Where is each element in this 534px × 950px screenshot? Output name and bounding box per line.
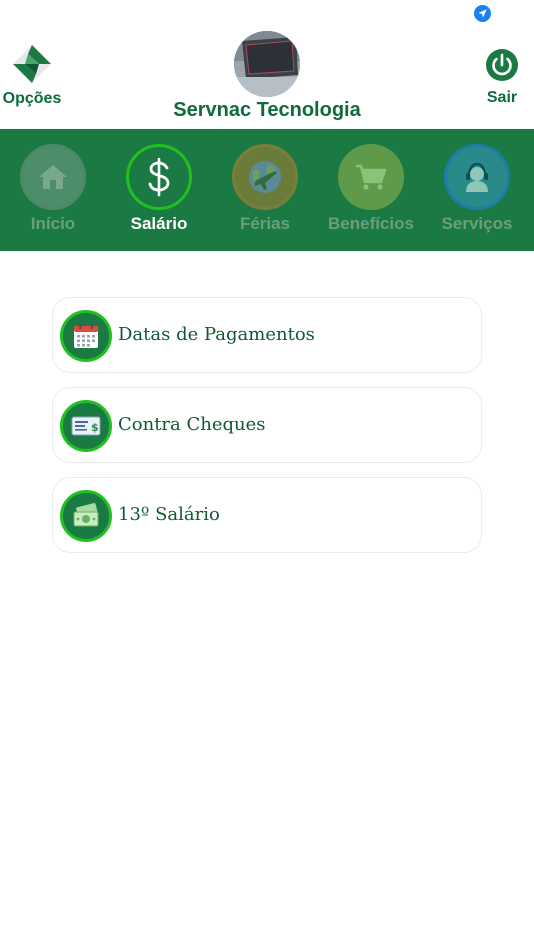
svg-text:$: $ <box>91 421 99 434</box>
support-agent-icon <box>466 162 488 192</box>
cart-icon <box>356 164 387 190</box>
menu-item-label: 13º Salário <box>118 504 220 525</box>
nav-circle <box>232 144 298 210</box>
company-photo-icon <box>234 31 300 97</box>
nav-label: Salário <box>130 214 188 233</box>
nav-circle <box>126 144 192 210</box>
main-nav: Início Salário Férias Benefícios Serviço… <box>0 129 534 251</box>
menu-icon-circle <box>60 490 112 542</box>
calendar-icon <box>74 323 98 348</box>
nav-label: Benefícios <box>328 214 414 233</box>
nav-circle <box>444 144 510 210</box>
menu-icon-circle <box>60 310 112 362</box>
company-avatar[interactable] <box>234 31 300 97</box>
location-arrow-icon <box>474 5 491 22</box>
nav-label: Férias <box>239 214 291 233</box>
menu-item-payment-dates[interactable]: Datas de Pagamentos <box>52 297 482 373</box>
menu-item-13th-salary[interactable]: 13º Salário <box>52 477 482 553</box>
dollar-icon <box>148 157 170 197</box>
menu-item-label: Datas de Pagamentos <box>118 324 315 345</box>
logout-label: Sair <box>486 89 518 106</box>
check-icon: $ <box>71 416 101 436</box>
money-icon <box>73 503 99 527</box>
nav-circle <box>20 144 86 210</box>
menu-icon-circle: $ <box>60 400 112 452</box>
nav-item-servicos[interactable]: Serviços <box>424 144 530 234</box>
nav-item-inicio[interactable]: Início <box>0 144 106 234</box>
logout-button[interactable]: Sair <box>476 47 528 107</box>
home-icon <box>39 165 67 189</box>
app-screen: Opções Servnac Tecnologia Sair Início Sa… <box>0 0 534 950</box>
company-name: Servnac Tecnologia <box>173 99 361 121</box>
nav-circle <box>338 144 404 210</box>
power-icon <box>486 49 518 81</box>
nav-label: Serviços <box>441 214 513 233</box>
globe-plane-icon <box>249 161 281 193</box>
servnac-logo-icon <box>13 45 51 83</box>
nav-item-ferias[interactable]: Férias <box>212 144 318 234</box>
menu-item-pay-stubs[interactable]: $ Contra Cheques <box>52 387 482 463</box>
nav-item-beneficios[interactable]: Benefícios <box>318 144 424 234</box>
nav-label: Início <box>30 214 76 233</box>
menu-item-label: Contra Cheques <box>118 414 266 435</box>
nav-item-salario[interactable]: Salário <box>106 144 212 234</box>
